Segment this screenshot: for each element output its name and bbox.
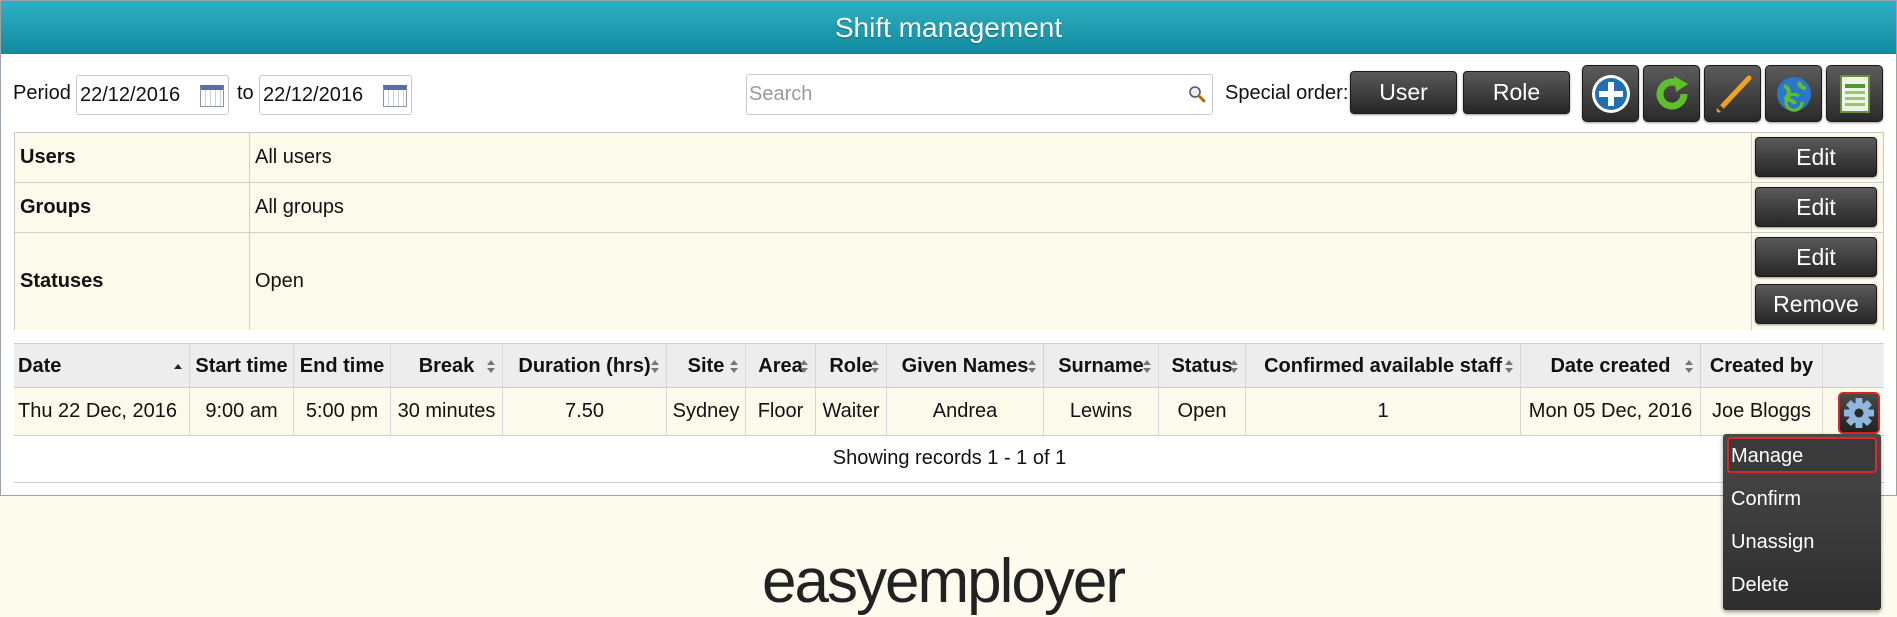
column-header-area[interactable]: Area bbox=[746, 344, 816, 388]
cell-area: Floor bbox=[746, 388, 816, 435]
role-order-button[interactable]: Role bbox=[1463, 71, 1570, 114]
filter-name: Users bbox=[15, 133, 250, 182]
cell-surname: Lewins bbox=[1044, 388, 1159, 435]
sort-icon bbox=[730, 360, 738, 373]
calendar-icon[interactable] bbox=[383, 85, 407, 107]
easyemployer-logo: easyemployer bbox=[762, 547, 1126, 616]
cell-date-created: Mon 05 Dec, 2016 bbox=[1521, 388, 1701, 435]
date-from-field[interactable]: 22/12/2016 bbox=[76, 75, 229, 115]
column-header-start-time[interactable]: Start time bbox=[190, 344, 294, 388]
globe-button[interactable] bbox=[1765, 65, 1822, 122]
sort-ascending-icon bbox=[174, 364, 182, 369]
filter-value: All users bbox=[255, 146, 332, 168]
filter-name: Groups bbox=[15, 183, 250, 232]
cell-status: Open bbox=[1159, 388, 1246, 435]
filters-table: Users All users Edit Groups All groups E… bbox=[14, 132, 1884, 330]
special-order-label: Special order: bbox=[1225, 82, 1349, 104]
column-header-end-time[interactable]: End time bbox=[294, 344, 391, 388]
globe-icon bbox=[1777, 77, 1811, 112]
sort-icon bbox=[1028, 360, 1036, 373]
row-actions-menu: Manage Confirm Unassign Delete bbox=[1723, 434, 1881, 610]
refresh-icon bbox=[1656, 76, 1688, 110]
shift-management-panel: Shift management Period 22/12/2016 to 22… bbox=[0, 0, 1897, 496]
date-to-field[interactable]: 22/12/2016 bbox=[259, 75, 412, 115]
date-from-value: 22/12/2016 bbox=[80, 84, 181, 106]
cell-break: 30 minutes bbox=[391, 388, 503, 435]
period-label: Period bbox=[13, 82, 71, 104]
search-input[interactable] bbox=[747, 75, 1167, 113]
page-title: Shift management bbox=[1, 1, 1896, 54]
column-header-site[interactable]: Site bbox=[667, 344, 746, 388]
sort-icon bbox=[871, 360, 879, 373]
menu-item-delete[interactable]: Delete bbox=[1727, 566, 1877, 602]
to-label: to bbox=[237, 82, 254, 104]
filter-value: Open bbox=[255, 270, 304, 292]
sort-icon bbox=[800, 360, 808, 373]
divider bbox=[14, 482, 1884, 483]
column-header-actions bbox=[1823, 344, 1884, 388]
edit-button[interactable] bbox=[1704, 65, 1761, 122]
records-count: Showing records 1 - 1 of 1 bbox=[832, 447, 1067, 469]
cell-given-names: Andrea bbox=[887, 388, 1044, 435]
column-header-date[interactable]: Date bbox=[14, 344, 190, 388]
cell-created-by: Joe Bloggs bbox=[1701, 388, 1823, 435]
filter-value: All groups bbox=[255, 196, 344, 218]
search-box bbox=[746, 74, 1213, 115]
cell-confirmed-staff: 1 bbox=[1246, 388, 1521, 435]
column-header-break[interactable]: Break bbox=[391, 344, 503, 388]
user-order-button[interactable]: User bbox=[1350, 71, 1457, 114]
sort-icon bbox=[1505, 360, 1513, 373]
add-icon bbox=[1592, 75, 1630, 113]
filter-name: Statuses bbox=[15, 233, 250, 330]
column-header-role[interactable]: Role bbox=[816, 344, 887, 388]
gear-icon bbox=[1844, 398, 1874, 428]
search-icon[interactable] bbox=[1188, 85, 1206, 103]
column-header-duration[interactable]: Duration (hrs) bbox=[503, 344, 667, 388]
column-header-created-by[interactable]: Created by bbox=[1701, 344, 1823, 388]
sort-icon bbox=[1230, 360, 1238, 373]
add-shift-button[interactable] bbox=[1582, 65, 1639, 122]
pencil-icon bbox=[1716, 75, 1752, 113]
column-header-given-names[interactable]: Given Names bbox=[887, 344, 1044, 388]
spreadsheet-icon bbox=[1840, 75, 1870, 113]
cell-end-time: 5:00 pm bbox=[294, 388, 391, 435]
edit-statuses-button[interactable]: Edit bbox=[1755, 237, 1877, 277]
export-button[interactable] bbox=[1826, 65, 1883, 122]
menu-item-confirm[interactable]: Confirm bbox=[1727, 480, 1877, 516]
edit-groups-button[interactable]: Edit bbox=[1755, 187, 1877, 227]
menu-item-manage[interactable]: Manage bbox=[1727, 437, 1877, 473]
cell-duration: 7.50 bbox=[503, 388, 667, 435]
calendar-icon[interactable] bbox=[200, 85, 224, 107]
sort-icon bbox=[1143, 360, 1151, 373]
filter-row-statuses: Statuses Open Edit Remove bbox=[15, 233, 1883, 330]
remove-statuses-button[interactable]: Remove bbox=[1755, 284, 1877, 324]
column-header-date-created[interactable]: Date created bbox=[1521, 344, 1701, 388]
edit-users-button[interactable]: Edit bbox=[1755, 137, 1877, 177]
table-header: Date Start time End time Break Duration … bbox=[14, 343, 1884, 388]
cell-role: Waiter bbox=[816, 388, 887, 435]
toolbar: Period 22/12/2016 to 22/12/2016 Special … bbox=[1, 54, 1896, 132]
date-to-value: 22/12/2016 bbox=[263, 84, 364, 106]
sort-icon bbox=[1685, 360, 1693, 373]
sort-icon bbox=[651, 360, 659, 373]
refresh-button[interactable] bbox=[1643, 65, 1700, 122]
cell-start-time: 9:00 am bbox=[190, 388, 294, 435]
table-row[interactable]: Thu 22 Dec, 2016 9:00 am 5:00 pm 30 minu… bbox=[14, 388, 1884, 436]
filter-row-groups: Groups All groups Edit bbox=[15, 183, 1883, 233]
column-header-confirmed-staff[interactable]: Confirmed available staff bbox=[1246, 344, 1521, 388]
row-actions-button[interactable] bbox=[1838, 392, 1880, 434]
cell-site: Sydney bbox=[667, 388, 746, 435]
menu-item-unassign[interactable]: Unassign bbox=[1727, 523, 1877, 559]
column-header-status[interactable]: Status bbox=[1159, 344, 1246, 388]
column-header-surname[interactable]: Surname bbox=[1044, 344, 1159, 388]
cell-date: Thu 22 Dec, 2016 bbox=[14, 388, 190, 435]
filter-row-users: Users All users Edit bbox=[15, 133, 1883, 183]
sort-icon bbox=[487, 360, 495, 373]
